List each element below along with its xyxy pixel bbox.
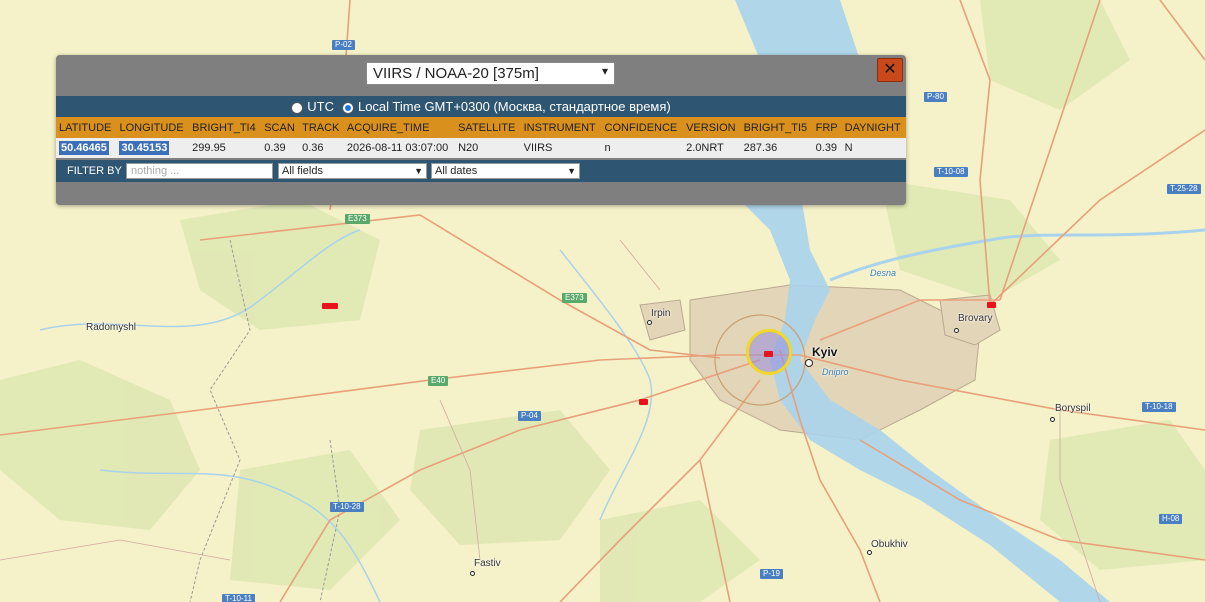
place-boryspil: Boryspil <box>1055 403 1091 414</box>
field-select[interactable]: All fields ▼ <box>278 163 427 179</box>
table-header-row: LATITUDE LONGITUDE BRIGHT_TI4 SCAN TRACK… <box>56 117 906 138</box>
col-daynight[interactable]: DAYNIGHT <box>841 117 906 138</box>
col-longitude[interactable]: LONGITUDE <box>116 117 190 138</box>
road-t2528-shield: T-25-28 <box>1167 184 1201 194</box>
hotspot-info-panel: VIIRS / NOAA-20 [375m] ▾ ✕ UTC Local Tim… <box>56 55 906 205</box>
timezone-bar: UTC Local Time GMT+0300 (Москва, стандар… <box>56 96 906 117</box>
road-p04-shield: P-04 <box>518 411 541 421</box>
place-brovary: Brovary <box>958 313 993 324</box>
date-select[interactable]: All dates ▼ <box>431 163 580 179</box>
road-t1028-shield: T-10-28 <box>330 502 364 512</box>
fire-hotspot[interactable] <box>322 303 338 309</box>
filter-placeholder: nothing ... <box>131 165 180 177</box>
place-irpin: Irpin <box>651 308 671 319</box>
place-kyiv: Kyiv <box>812 345 838 359</box>
col-track[interactable]: TRACK <box>299 117 344 138</box>
road-e373-shield-2: E373 <box>562 293 587 303</box>
col-latitude[interactable]: LATITUDE <box>56 117 117 138</box>
chevron-down-icon: ▼ <box>567 166 576 176</box>
fire-hotspot[interactable] <box>987 302 996 308</box>
obukhiv-marker <box>867 550 872 555</box>
place-radomyshl: Radomyshl <box>86 322 137 333</box>
col-instrument[interactable]: INSTRUMENT <box>520 117 602 138</box>
local-time-label: Local Time GMT+0300 (Москва, стандартное… <box>357 99 671 114</box>
fire-hotspot[interactable] <box>764 351 773 357</box>
local-time-radio[interactable] <box>341 101 354 114</box>
local-time-option[interactable]: Local Time GMT+0300 (Москва, стандартное… <box>341 99 671 114</box>
boryspil-marker <box>1050 417 1055 422</box>
cell-satellite: N20 <box>455 138 521 158</box>
road-p19-shield: P-19 <box>760 569 783 579</box>
latitude-value: 50.46465 <box>59 141 109 155</box>
cell-scan: 0.39 <box>261 138 300 158</box>
fastiv-marker <box>470 571 475 576</box>
col-frp[interactable]: FRP <box>812 117 842 138</box>
filter-input[interactable]: nothing ... <box>126 163 273 179</box>
place-obukhiv: Obukhiv <box>871 539 908 550</box>
hotspot-table: LATITUDE LONGITUDE BRIGHT_TI4 SCAN TRACK… <box>56 117 906 158</box>
road-e40-shield: E40 <box>428 376 449 386</box>
river-desna-label: Desna <box>870 268 897 278</box>
cell-track: 0.36 <box>299 138 344 158</box>
cell-daynight: N <box>841 138 906 158</box>
road-t1011-shield: T-10-11 <box>222 594 255 602</box>
table-row[interactable]: 50.46465 30.45153 299.95 0.39 0.36 2026-… <box>56 138 906 158</box>
kyiv-marker <box>805 359 813 367</box>
place-fastiv: Fastiv <box>474 558 501 569</box>
col-confidence[interactable]: CONFIDENCE <box>601 117 684 138</box>
utc-radio[interactable] <box>291 101 304 114</box>
river-dnipro-label: Dnipro <box>822 367 849 377</box>
fire-hotspot[interactable] <box>639 399 648 405</box>
cell-version: 2.0NRT <box>683 138 741 158</box>
date-select-value: All dates <box>435 165 478 177</box>
road-h08-shield: H-08 <box>1159 514 1183 524</box>
road-t1008-shield: T-10-08 <box>934 167 968 177</box>
road-t1018-shield: T-10-18 <box>1142 402 1176 412</box>
brovary-marker <box>954 328 959 333</box>
col-version[interactable]: VERSION <box>683 117 741 138</box>
cell-latitude: 50.46465 <box>56 138 117 158</box>
cell-instrument: VIIRS <box>520 138 602 158</box>
cell-confidence: n <box>601 138 684 158</box>
cell-bright-ti4: 299.95 <box>189 138 262 158</box>
satellite-select[interactable]: VIIRS / NOAA-20 [375m] ▾ <box>366 62 615 85</box>
col-bright-ti4[interactable]: BRIGHT_TI4 <box>189 117 262 138</box>
road-e373-shield: E373 <box>345 214 370 224</box>
close-button[interactable]: ✕ <box>877 58 903 82</box>
chevron-down-icon: ▼ <box>414 166 423 176</box>
col-scan[interactable]: SCAN <box>261 117 300 138</box>
field-select-value: All fields <box>282 165 323 177</box>
panel-footer <box>56 182 906 205</box>
road-p02-shield: P-02 <box>332 40 355 50</box>
longitude-value: 30.45153 <box>119 141 170 155</box>
road-p80-shield: P-80 <box>924 92 947 102</box>
cell-frp: 0.39 <box>812 138 842 158</box>
close-icon: ✕ <box>883 61 897 78</box>
cell-acquire-time: 2026-08-11 03:07:00 <box>343 138 456 158</box>
col-acquire-time[interactable]: ACQUIRE_TIME <box>343 117 456 138</box>
filter-label: FILTER BY <box>67 165 122 177</box>
chevron-down-icon: ▾ <box>601 64 608 78</box>
utc-label: UTC <box>307 99 334 114</box>
col-bright-ti5[interactable]: BRIGHT_TI5 <box>740 117 813 138</box>
satellite-select-value: VIIRS / NOAA-20 [375m] <box>373 65 539 82</box>
filter-bar: FILTER BY nothing ... All fields ▼ All d… <box>56 160 906 182</box>
irpin-marker <box>647 320 652 325</box>
cell-longitude: 30.45153 <box>116 138 190 158</box>
col-satellite[interactable]: SATELLITE <box>455 117 521 138</box>
utc-option[interactable]: UTC <box>291 99 334 114</box>
cell-bright-ti5: 287.36 <box>740 138 813 158</box>
